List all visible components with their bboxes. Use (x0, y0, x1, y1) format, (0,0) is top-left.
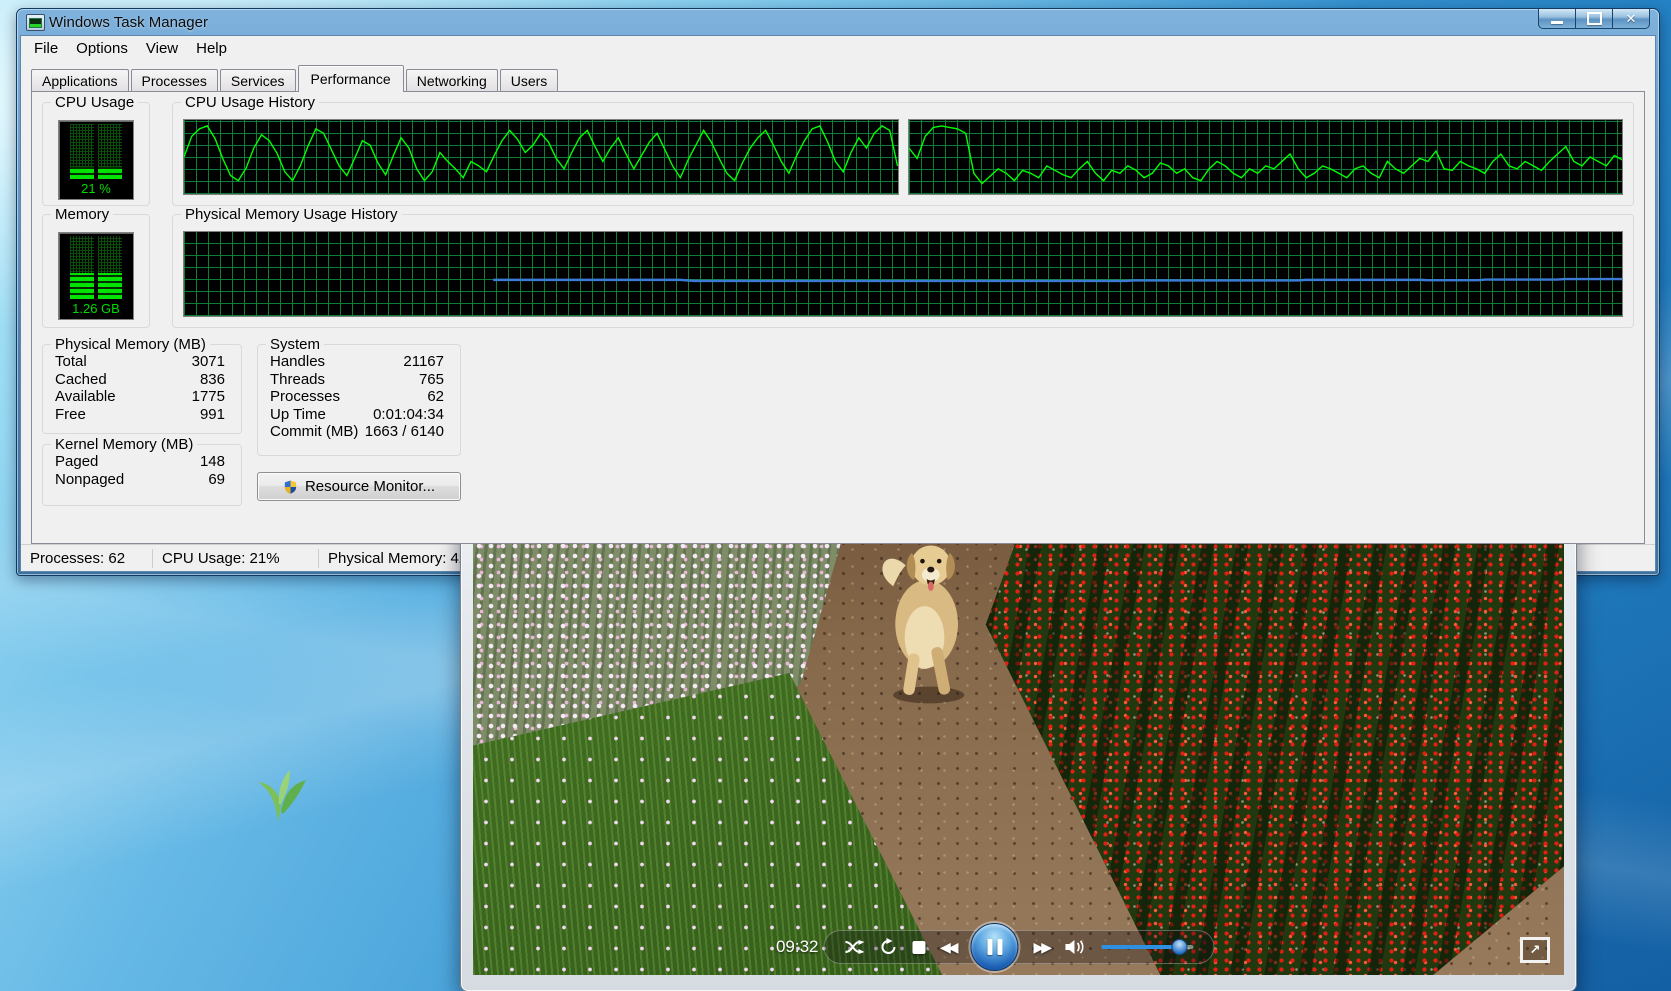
volume-fill (1101, 945, 1179, 949)
task-manager-body: File Options View Help Applications Proc… (20, 35, 1656, 572)
window-title: Windows Task Manager (49, 14, 208, 31)
memory-meter: 1.26 GB (58, 232, 134, 320)
cpu-usage-value: 21 % (59, 180, 133, 199)
menu-view[interactable]: View (137, 37, 187, 60)
tab-networking[interactable]: Networking (406, 69, 498, 92)
table-row: Free991 (43, 406, 241, 424)
menu-options[interactable]: Options (67, 37, 137, 60)
table-row: Commit (MB)1663 / 6140 (258, 423, 460, 441)
dog-running-on-path (866, 516, 991, 721)
menu-help[interactable]: Help (187, 37, 236, 60)
close-icon: ✕ (1626, 11, 1637, 27)
memory-history-label: Physical Memory Usage History (181, 206, 402, 223)
resource-monitor-label: Resource Monitor... (305, 478, 435, 495)
memory-label: Memory (51, 206, 113, 223)
system-title: System (266, 336, 324, 353)
performance-tab-page: CPU Usage 21 % CPU Usage History (31, 91, 1645, 544)
memory-value: 1.26 GB (59, 300, 133, 319)
status-processes: Processes: 62 (21, 549, 153, 568)
table-row: Up Time0:01:04:34 (258, 406, 460, 424)
maximize-icon (1587, 12, 1602, 25)
tab-applications[interactable]: Applications (31, 69, 129, 92)
table-row: Cached836 (43, 371, 241, 389)
desktop: Windows Task Manager ✕ File Options View… (0, 0, 1671, 991)
playback-controls: ◀◀ ▶▶ (823, 930, 1214, 964)
physical-memory-title: Physical Memory (MB) (51, 336, 210, 353)
menu-file[interactable]: File (25, 37, 67, 60)
cpu-history-group: CPU Usage History (172, 102, 1634, 206)
repeat-button[interactable] (879, 938, 897, 956)
minimize-icon (1551, 21, 1563, 24)
kernel-memory-group: Kernel Memory (MB) Paged148 Nonpaged69 (42, 444, 242, 506)
table-row: Paged148 (43, 453, 241, 471)
system-group: System Handles21167 Threads765 Processes… (257, 344, 461, 456)
shuffle-button[interactable] (844, 940, 864, 954)
table-row: Threads765 (258, 371, 460, 389)
cpu-history-graph-core2 (908, 119, 1624, 195)
menubar: File Options View Help (21, 36, 1655, 62)
mute-button[interactable] (1064, 939, 1086, 955)
cpu-usage-label: CPU Usage (51, 94, 138, 111)
tab-processes[interactable]: Processes (131, 69, 218, 92)
task-manager-icon (26, 14, 45, 31)
table-row: Handles21167 (258, 353, 460, 371)
memory-history-group: Physical Memory Usage History (172, 214, 1634, 328)
table-row: Processes62 (258, 388, 460, 406)
tab-services[interactable]: Services (220, 69, 296, 92)
tab-users[interactable]: Users (500, 69, 559, 92)
fast-forward-button[interactable]: ▶▶ (1034, 939, 1050, 956)
volume-slider[interactable] (1101, 945, 1193, 949)
memory-group: Memory 1.26 GB (42, 214, 150, 328)
stop-button[interactable] (912, 941, 925, 954)
rewind-button[interactable]: ◀◀ (940, 939, 956, 956)
wallpaper-leaf-motif (248, 752, 318, 824)
cpu-history-label: CPU Usage History (181, 94, 319, 111)
pause-icon (987, 939, 992, 955)
kernel-memory-title: Kernel Memory (MB) (51, 436, 197, 453)
pause-button[interactable] (971, 923, 1019, 971)
maximize-button[interactable] (1575, 9, 1613, 29)
minimize-button[interactable] (1538, 9, 1576, 29)
task-manager-window: Windows Task Manager ✕ File Options View… (16, 8, 1660, 576)
uac-shield-icon (283, 479, 298, 495)
elapsed-time: 09:32 (776, 937, 819, 957)
volume-knob[interactable] (1171, 939, 1187, 955)
table-row: Available1775 (43, 388, 241, 406)
resource-monitor-button[interactable]: Resource Monitor... (257, 472, 461, 501)
stop-icon (912, 941, 925, 954)
memory-history-graph (183, 231, 1623, 317)
table-row: Total3071 (43, 353, 241, 371)
table-row: Nonpaged69 (43, 471, 241, 489)
fullscreen-button[interactable]: ↗ (1520, 937, 1550, 963)
cpu-usage-group: CPU Usage 21 % (42, 102, 150, 206)
physical-memory-group: Physical Memory (MB) Total3071 Cached836… (42, 344, 242, 434)
cpu-history-graph-core1 (183, 119, 899, 195)
task-manager-titlebar[interactable]: Windows Task Manager ✕ (17, 9, 1659, 35)
tabstrip: Applications Processes Services Performa… (21, 62, 1655, 91)
status-cpu-usage: CPU Usage: 21% (153, 549, 319, 568)
close-button[interactable]: ✕ (1612, 9, 1650, 29)
tab-performance[interactable]: Performance (298, 65, 404, 92)
cpu-usage-meter: 21 % (58, 120, 134, 200)
